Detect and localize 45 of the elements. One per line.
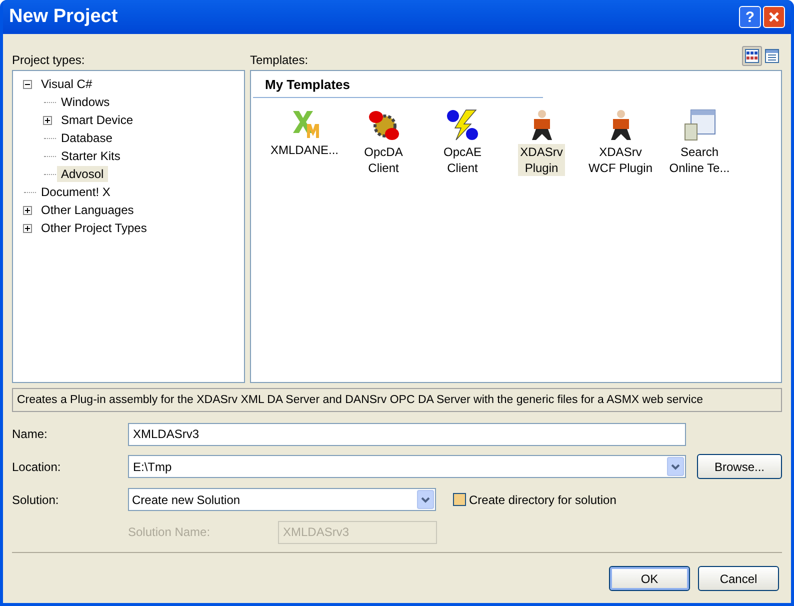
tree-item[interactable]: Other Project Types [37, 220, 151, 236]
tree-item[interactable]: Windows [57, 94, 114, 110]
close-button[interactable] [763, 6, 785, 28]
help-button[interactable]: ? [739, 6, 761, 28]
tree-item[interactable]: Advosol [57, 166, 108, 182]
field-label: Project types: [12, 52, 86, 69]
field-label: Solution: [12, 492, 60, 508]
ok-button[interactable]: OK [609, 566, 690, 591]
group-heading: My Templates [265, 77, 350, 92]
tree-item[interactable]: Other Languages [37, 202, 138, 218]
field-label: Solution Name: [127, 524, 212, 541]
location-combo[interactable]: E:\Tmp [128, 455, 686, 478]
collapse-icon[interactable] [22, 80, 32, 88]
template-item[interactable]: OpcDA Client [362, 144, 405, 176]
expand-icon[interactable] [42, 116, 52, 124]
name-field[interactable]: XMLDASrv3 [128, 422, 686, 446]
template-item[interactable]: XDASrv WCF Plugin [586, 144, 654, 176]
close-icon [768, 11, 780, 23]
details-list-icon [765, 49, 779, 63]
field-label: Location: [12, 458, 62, 476]
checkbox[interactable] [453, 493, 466, 506]
tree-item[interactable]: Smart Device [57, 112, 138, 128]
browse-button[interactable]: Browse... [697, 454, 782, 479]
template-item[interactable]: XDASrv Plugin [518, 144, 565, 176]
large-icons-icon [745, 49, 759, 63]
description-bar: Creates a Plug-in assembly for the XDASrv XML DA Server and DANSrv OPC DA Server with the generic files for a ASMX web service [12, 388, 782, 412]
window-icon [682, 108, 716, 142]
expand-icon[interactable] [22, 224, 32, 232]
cancel-button[interactable]: Cancel [698, 566, 779, 591]
field-label: Name: [12, 426, 48, 443]
lightning-icon [446, 108, 480, 142]
tree-item[interactable]: Starter Kits [57, 148, 124, 164]
expand-icon[interactable] [22, 206, 32, 214]
window-title: New Project [9, 4, 119, 29]
tree-item[interactable]: Document! X [37, 184, 114, 200]
solution-combo[interactable]: Create new Solution [128, 488, 436, 511]
field-label: Templates: [250, 52, 310, 69]
template-item[interactable]: Search Online Te... [667, 144, 732, 176]
tree-item[interactable]: Visual C# [37, 76, 96, 92]
template-item[interactable]: XMLDANE... [268, 142, 340, 158]
checkbox-label: Create directory for solution [469, 492, 616, 508]
tree-item[interactable]: Database [57, 130, 116, 146]
view-toggle[interactable] [742, 46, 762, 66]
template-item[interactable]: OpcAE Client [441, 144, 484, 176]
view-toggle[interactable] [762, 46, 782, 66]
